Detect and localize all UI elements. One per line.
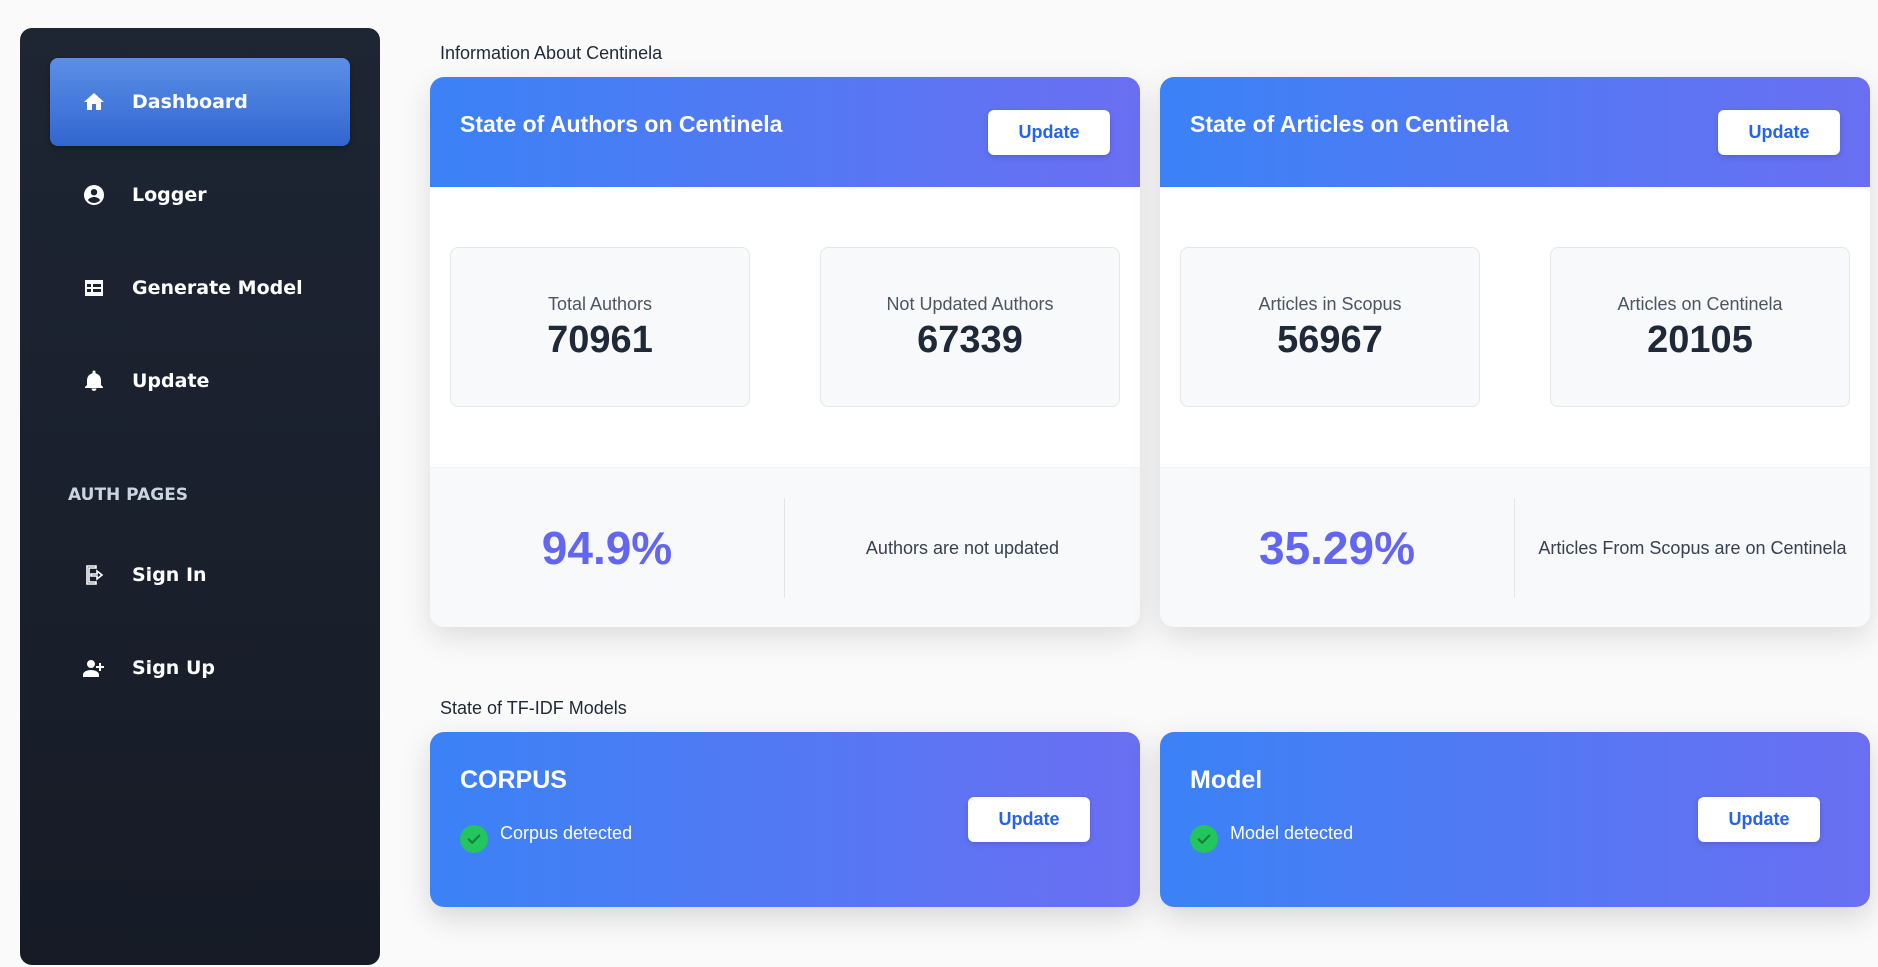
articles-summary: 35.29% Articles From Scopus are on Centi… [1160,467,1870,627]
auth-pages-heading: AUTH PAGES [68,485,189,505]
check-circle-icon [1190,825,1218,853]
articles-card: State of Articles on Centinela Update Ar… [1160,77,1870,627]
model-status-text: Model detected [1230,822,1354,843]
model-card: Model Model detected Update [1160,732,1870,907]
stat-label: Articles in Scopus [1258,294,1402,314]
sidebar-item-label: Sign In [132,564,207,586]
not-updated-authors-stat: Not Updated Authors 67339 [820,247,1120,407]
articles-percentage: 35.29% [1258,522,1415,574]
stat-value: 56967 [1277,319,1383,361]
stat-value: 67339 [917,319,1023,361]
stat-label: Articles on Centinela [1617,294,1783,314]
articles-in-scopus-stat: Articles in Scopus 56967 [1180,247,1480,407]
authors-stats-row: Total Authors 70961 Not Updated Authors … [430,187,1140,467]
sidebar-item-dashboard[interactable]: Dashboard [50,58,350,146]
sidebar-item-label: Update [132,370,210,392]
corpus-card-title: CORPUS [460,766,567,794]
stat-label: Total Authors [547,294,653,314]
articles-on-centinela-stat: Articles on Centinela 20105 [1550,247,1850,407]
authors-percentage: 94.9% [541,522,673,574]
sidebar-item-generate-model[interactable]: Generate Model [50,244,350,332]
sidebar-item-label: Sign Up [132,657,215,679]
check-circle-icon [460,825,488,853]
articles-update-button[interactable]: Update [1718,110,1840,155]
home-icon [50,58,138,146]
sidebar-item-label: Dashboard [132,91,248,113]
bell-icon [50,337,138,425]
articles-stats-row: Articles in Scopus 56967 Articles on Cen… [1160,187,1870,467]
total-authors-stat: Total Authors 70961 [450,247,750,407]
corpus-update-button[interactable]: Update [968,797,1090,842]
user-plus-icon [50,624,138,712]
authors-card-title: State of Authors on Centinela [460,111,783,137]
models-section-title: State of TF-IDF Models [440,698,627,718]
model-status: Model detected [1190,813,1353,853]
sidebar-item-update[interactable]: Update [50,337,350,425]
user-circle-icon [50,151,138,239]
info-section-title: Information About Centinela [440,43,663,63]
authors-card-header: State of Authors on Centinela Update [430,77,1140,187]
corpus-status: Corpus detected [460,813,632,853]
stat-value: 70961 [547,319,653,361]
corpus-status-text: Corpus detected [500,822,633,843]
articles-card-header: State of Articles on Centinela Update [1160,77,1870,187]
corpus-card: CORPUS Corpus detected Update [430,732,1140,907]
model-update-button[interactable]: Update [1698,797,1820,842]
authors-summary: 94.9% Authors are not updated [430,467,1140,627]
table-icon [50,244,138,332]
authors-card: State of Authors on Centinela Update Tot… [430,77,1140,627]
sidebar-item-label: Generate Model [132,277,303,299]
stat-value: 20105 [1647,319,1753,361]
model-card-title: Model [1190,766,1263,794]
sign-in-icon [50,531,138,619]
articles-card-title: State of Articles on Centinela [1190,111,1509,137]
sidebar-item-sign-up[interactable]: Sign Up [50,624,350,712]
sidebar: Dashboard Logger Generate Model Update A… [20,28,380,965]
stat-label: Not Updated Authors [886,294,1054,314]
articles-summary-text: Articles From Scopus are on Centinela [1538,537,1847,558]
sidebar-item-label: Logger [132,184,207,206]
sidebar-item-logger[interactable]: Logger [50,151,350,239]
sidebar-item-sign-in[interactable]: Sign In [50,531,350,619]
authors-update-button[interactable]: Update [988,110,1110,155]
authors-summary-text: Authors are not updated [865,537,1060,558]
